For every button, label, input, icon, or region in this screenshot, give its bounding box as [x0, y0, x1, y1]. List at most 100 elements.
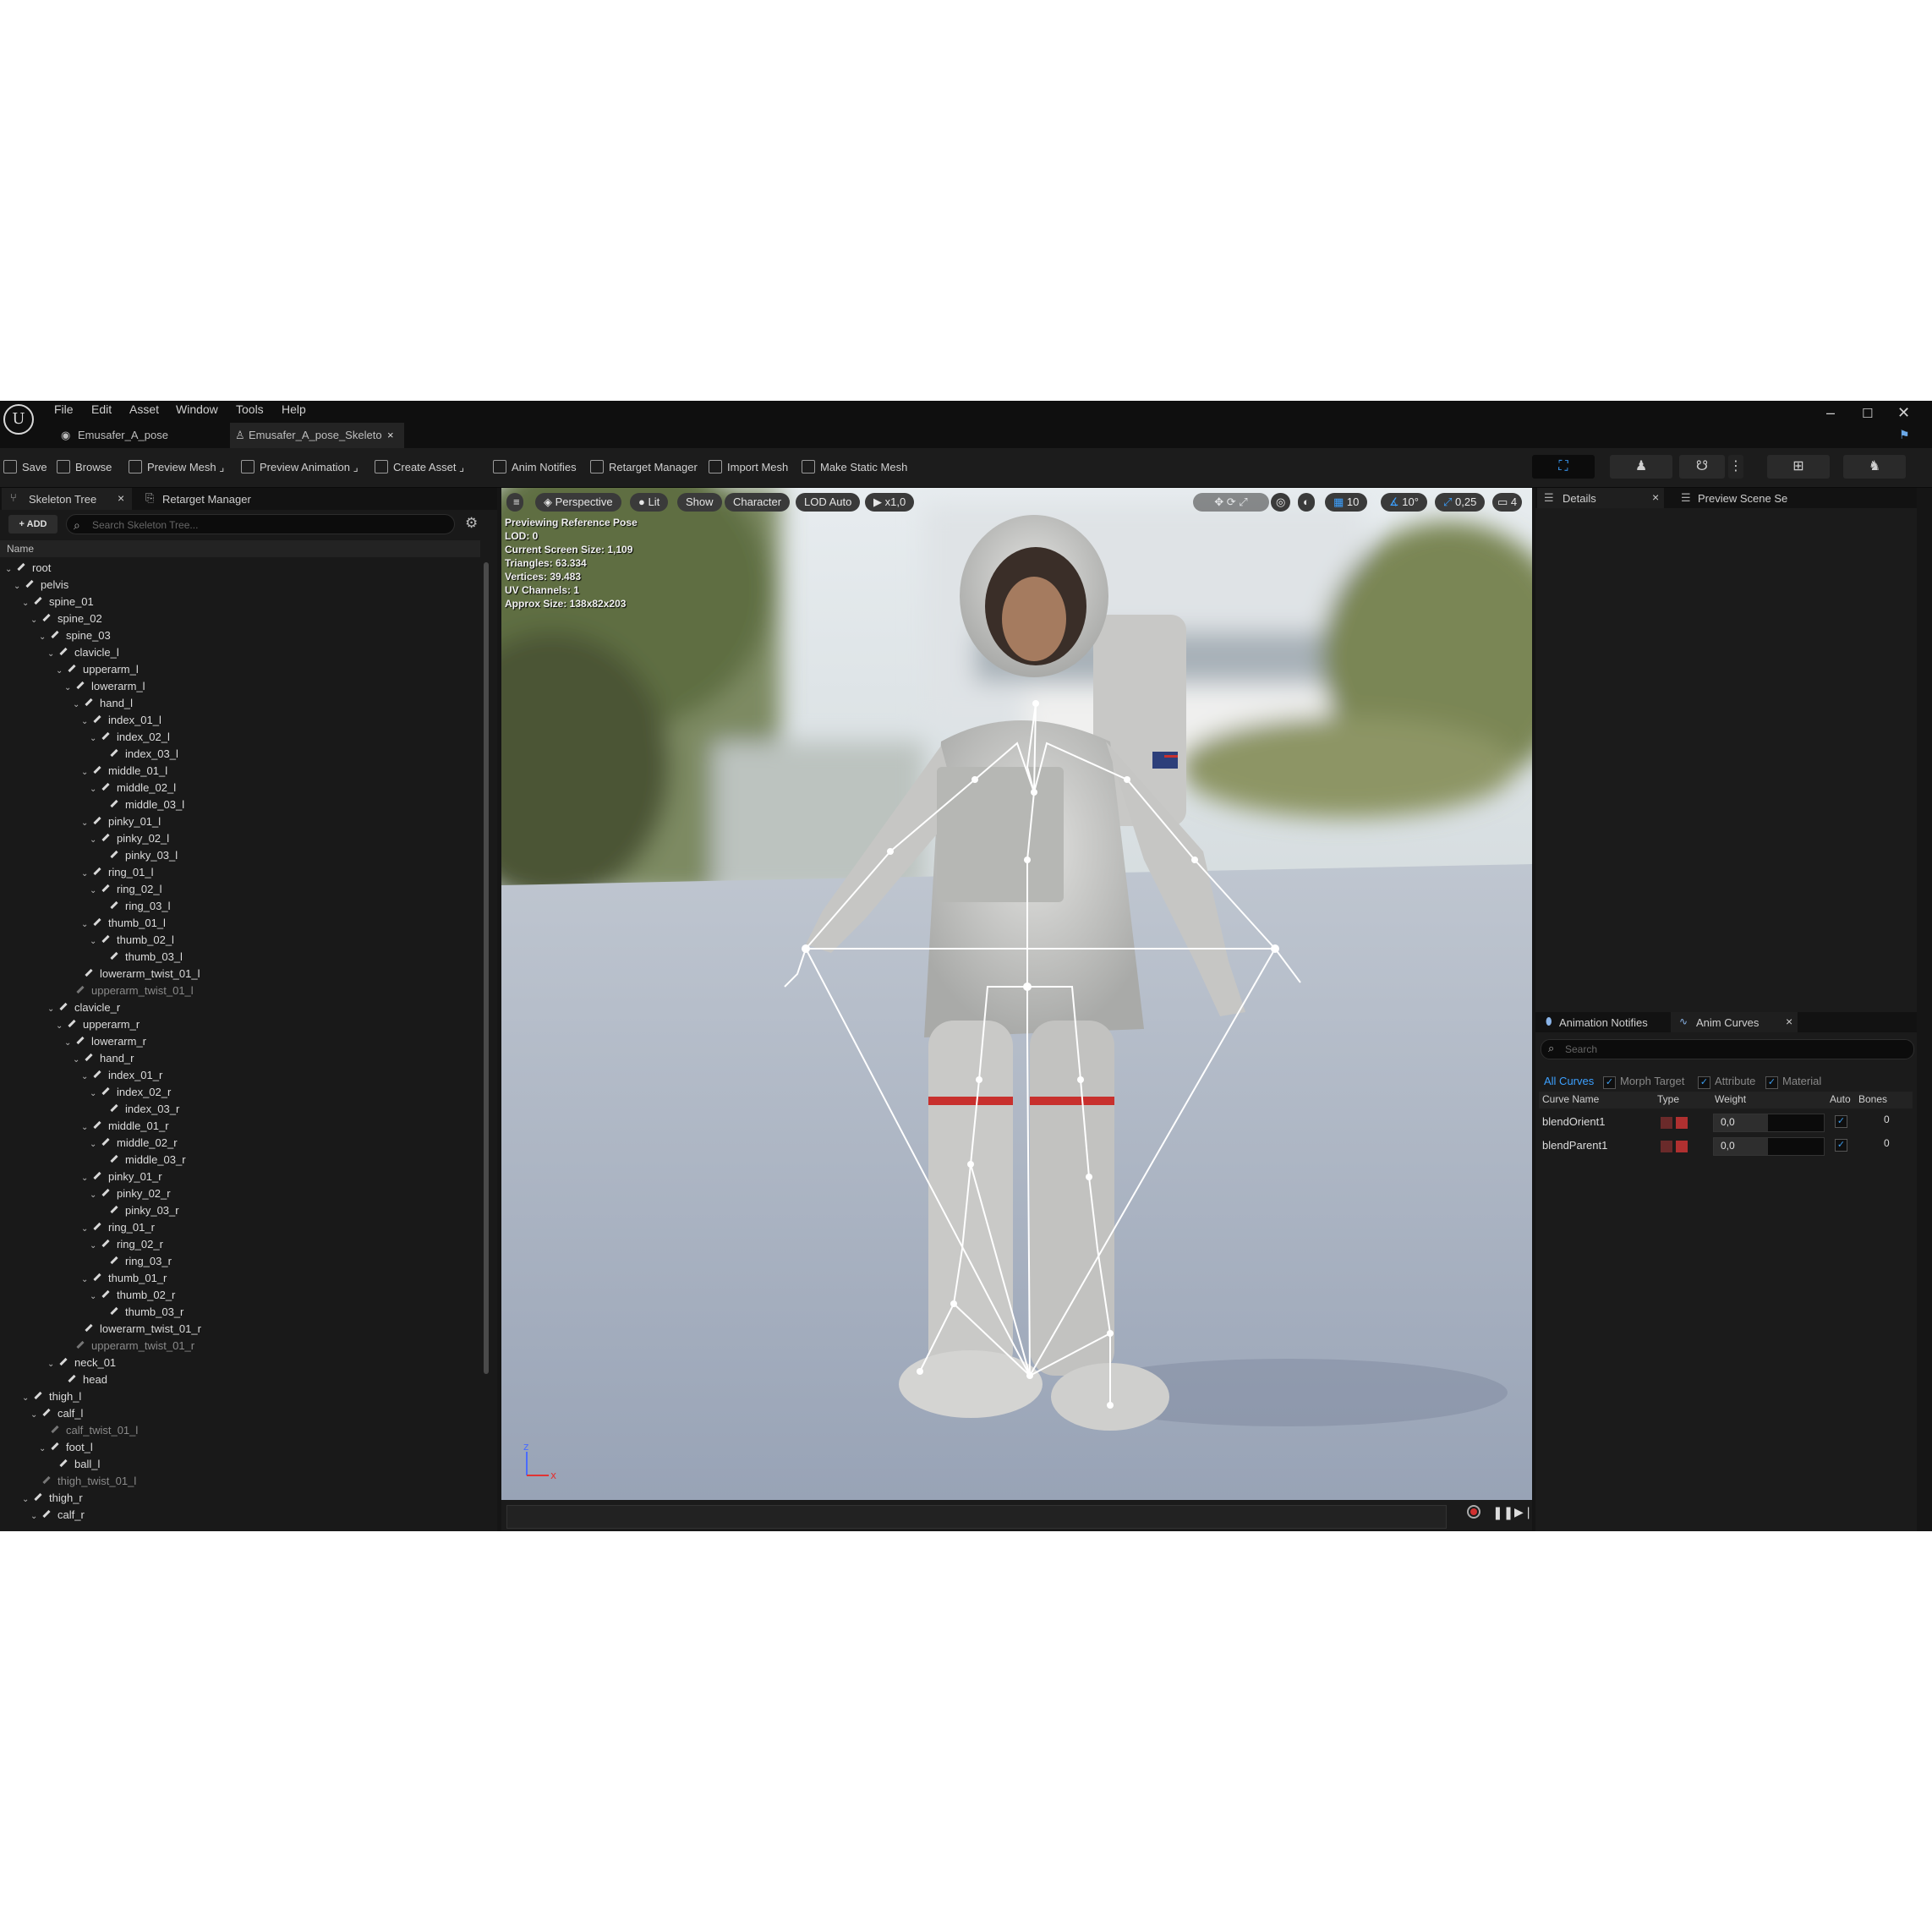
- morph-target-checkbox[interactable]: ✓: [1603, 1076, 1616, 1089]
- record-button[interactable]: [1467, 1505, 1480, 1519]
- skeleton-mode-button[interactable]: ⛶: [1532, 455, 1595, 479]
- tree-node[interactable]: ⌄ upperarm_l: [56, 661, 139, 678]
- step-forward-icon[interactable]: ▶❘: [1514, 1505, 1534, 1519]
- chevron-down-icon[interactable]: ⌄: [22, 595, 34, 612]
- chevron-down-icon[interactable]: ⌄: [81, 917, 93, 933]
- chevron-down-icon[interactable]: ⌄: [90, 781, 101, 798]
- viewport-options-button[interactable]: ≡: [506, 493, 523, 512]
- tree-node[interactable]: ⌄ lowerarm_r: [64, 1033, 146, 1050]
- tree-node[interactable]: upperarm_twist_01_r: [64, 1338, 194, 1355]
- close-tab-icon[interactable]: ×: [118, 491, 124, 505]
- chevron-down-icon[interactable]: ⌄: [81, 866, 93, 883]
- tree-node[interactable]: thumb_03_l: [98, 949, 183, 966]
- tab-skeleton-tree[interactable]: ⑂ Skeleton Tree ×: [2, 488, 132, 510]
- tree-node[interactable]: head: [56, 1371, 107, 1388]
- show-button[interactable]: Show: [677, 493, 722, 512]
- chevron-down-icon[interactable]: ⌄: [90, 731, 101, 747]
- tree-node[interactable]: ⌄ middle_01_l: [81, 763, 167, 780]
- tab-anim-curves[interactable]: ∿ Anim Curves ×: [1671, 1012, 1798, 1032]
- chevron-down-icon[interactable]: ⌄: [90, 832, 101, 849]
- tree-node[interactable]: ⌄ neck_01: [47, 1355, 116, 1371]
- close-window-icon[interactable]: ✕: [1897, 404, 1910, 422]
- create-asset-button[interactable]: Create Asset ⌟: [375, 460, 464, 474]
- chevron-down-icon[interactable]: ⌄: [14, 578, 25, 595]
- tree-node[interactable]: ⌄ thumb_02_l: [90, 932, 174, 949]
- tree-node[interactable]: ⌄ pelvis: [14, 577, 68, 594]
- tree-node[interactable]: ⌄ calf_l: [30, 1405, 83, 1422]
- minimize-icon[interactable]: –: [1826, 404, 1835, 422]
- chevron-down-icon[interactable]: ⌄: [64, 680, 76, 697]
- chevron-down-icon[interactable]: ⌄: [56, 663, 68, 680]
- filter-material[interactable]: Material: [1782, 1075, 1821, 1087]
- close-tab-icon[interactable]: ×: [1652, 490, 1659, 504]
- anim-notifies-button[interactable]: Anim Notifies: [493, 460, 577, 473]
- tree-node[interactable]: ⌄ root: [5, 560, 51, 577]
- tree-node[interactable]: ball_l: [47, 1456, 100, 1473]
- chevron-down-icon[interactable]: ⌄: [81, 764, 93, 781]
- chevron-down-icon[interactable]: ⌄: [30, 612, 42, 629]
- tree-node[interactable]: ⌄ lowerarm_l: [64, 678, 145, 695]
- tree-node[interactable]: ⌄ spine_02: [30, 610, 102, 627]
- tab-details[interactable]: ☰ Details ×: [1537, 488, 1664, 508]
- scale-snap-button[interactable]: ⤢ 0,25: [1435, 493, 1486, 512]
- auto-checkbox[interactable]: ✓: [1835, 1115, 1847, 1128]
- blueprint-mode-button[interactable]: ⊞: [1767, 455, 1830, 479]
- pause-icon[interactable]: ❚❚: [1492, 1505, 1513, 1520]
- tree-node[interactable]: ⌄ calf_r: [30, 1507, 85, 1524]
- menu-window[interactable]: Window: [176, 402, 218, 416]
- tree-node[interactable]: calf_twist_01_l: [39, 1422, 138, 1439]
- tree-node[interactable]: ⌄ thigh_l: [22, 1388, 81, 1405]
- menu-help[interactable]: Help: [282, 402, 306, 416]
- chevron-down-icon[interactable]: ⌄: [47, 1356, 59, 1373]
- chevron-down-icon[interactable]: ⌄: [73, 697, 85, 714]
- tree-node[interactable]: ⌄ thumb_01_r: [81, 1270, 167, 1287]
- tree-node[interactable]: middle_03_l: [98, 796, 184, 813]
- menu-file[interactable]: File: [54, 402, 74, 416]
- world-local-toggle[interactable]: ◎: [1271, 493, 1291, 512]
- tree-node[interactable]: ⌄ index_02_l: [90, 729, 170, 746]
- maximize-icon[interactable]: ☐: [1862, 406, 1873, 421]
- chevron-down-icon[interactable]: ⌄: [90, 883, 101, 900]
- chevron-down-icon[interactable]: ⌄: [81, 1069, 93, 1086]
- chevron-down-icon[interactable]: ⌄: [64, 1035, 76, 1052]
- chevron-down-icon[interactable]: ⌄: [81, 1170, 93, 1187]
- attribute-checkbox[interactable]: ✓: [1698, 1076, 1710, 1089]
- chevron-down-icon[interactable]: ⌄: [81, 1272, 93, 1289]
- chevron-down-icon[interactable]: ⌄: [5, 561, 17, 578]
- physics-mode-button[interactable]: ♞: [1843, 455, 1906, 479]
- tree-node[interactable]: ⌄ thumb_02_r: [90, 1287, 175, 1304]
- tree-node[interactable]: ⌄ pinky_02_r: [90, 1185, 171, 1202]
- tree-node[interactable]: ⌄ clavicle_r: [47, 999, 120, 1016]
- auto-checkbox[interactable]: ✓: [1835, 1139, 1847, 1152]
- tree-node[interactable]: ⌄ ring_02_l: [90, 881, 162, 898]
- tree-node[interactable]: ⌄ spine_03: [39, 627, 111, 644]
- tree-node[interactable]: index_03_r: [98, 1101, 179, 1118]
- retarget-manager-button[interactable]: Retarget Manager: [590, 460, 698, 473]
- chevron-down-icon[interactable]: ⌄: [22, 1390, 34, 1407]
- tree-node[interactable]: ⌄ ring_01_l: [81, 864, 154, 881]
- tree-node[interactable]: middle_03_r: [98, 1152, 186, 1169]
- preview-mesh-button[interactable]: Preview Mesh ⌟: [129, 460, 224, 474]
- chevron-down-icon[interactable]: ⌄: [90, 1086, 101, 1103]
- tree-node[interactable]: ⌄ foot_l: [39, 1439, 93, 1456]
- chevron-down-icon[interactable]: ⌄: [81, 815, 93, 832]
- preview-animation-button[interactable]: Preview Animation ⌟: [241, 460, 358, 474]
- weight-field[interactable]: 0,0: [1713, 1114, 1825, 1132]
- mesh-mode-button[interactable]: ♟: [1610, 455, 1672, 479]
- tab-skeleton[interactable]: ♙ Emusafer_A_pose_Skeleto ×: [230, 423, 404, 448]
- tree-node[interactable]: thigh_twist_01_l: [30, 1473, 136, 1490]
- chevron-down-icon[interactable]: ⌄: [30, 1508, 42, 1525]
- tree-node[interactable]: ⌄ index_01_r: [81, 1067, 162, 1084]
- tree-node[interactable]: ⌄ pinky_01_l: [81, 813, 161, 830]
- tree-node[interactable]: lowerarm_twist_01_r: [73, 1321, 201, 1338]
- chevron-down-icon[interactable]: ⌄: [30, 1407, 42, 1424]
- tab-retarget-manager[interactable]: ⎘ Retarget Manager: [142, 488, 260, 510]
- tree-node[interactable]: ⌄ index_01_l: [81, 712, 161, 729]
- menu-asset[interactable]: Asset: [129, 402, 159, 416]
- tree-node[interactable]: ⌄ thigh_r: [22, 1490, 83, 1507]
- angle-snap-button[interactable]: ∡ 10°: [1381, 493, 1427, 512]
- transform-tools[interactable]: ✥ ⟳ ⤢: [1193, 493, 1269, 512]
- add-button[interactable]: + ADD: [8, 515, 57, 534]
- preview-viewport[interactable]: z x ≡ ◈ Perspective ● Lit Show Character…: [501, 488, 1532, 1500]
- filter-morph-target[interactable]: Morph Target: [1620, 1075, 1684, 1087]
